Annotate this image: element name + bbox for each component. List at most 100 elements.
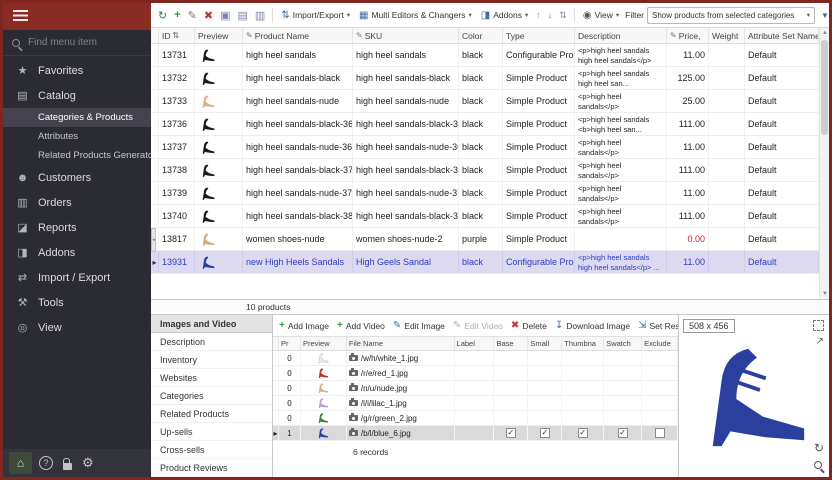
help-icon[interactable]: ? — [39, 456, 53, 470]
product-row[interactable]: 13738high heel sandals-black-37high heel… — [151, 159, 819, 182]
add-product-icon[interactable]: + — [172, 9, 182, 21]
fullscreen-icon[interactable] — [813, 320, 824, 331]
images-column-header-swatch[interactable]: Swatch — [604, 337, 642, 350]
hamburger-menu-icon[interactable] — [13, 8, 28, 26]
lock-icon[interactable] — [63, 463, 72, 470]
column-header-col[interactable] — [151, 28, 159, 43]
product-row[interactable]: 13817women shoes-nudewomen shoes-nude-2p… — [151, 228, 819, 251]
sidebar-item-reports[interactable]: ◪Reports — [3, 215, 151, 240]
image-row[interactable]: 0/w/h/white_1.jpg — [273, 351, 678, 366]
column-header-type[interactable]: Type — [503, 28, 575, 43]
expand-rows-icon[interactable]: ⇅ — [557, 10, 569, 21]
product-row[interactable]: ▸13931new High Heels SandalsHigh Geels S… — [151, 251, 819, 274]
view-menu[interactable]: ◉ View ▾ — [580, 8, 622, 23]
images-column-header-pr[interactable]: Pr — [279, 337, 301, 350]
paste-icon[interactable]: ▤ — [236, 9, 250, 22]
add-video-button[interactable]: + Add Video — [337, 320, 385, 331]
sidebar-item-orders[interactable]: ▥Orders — [3, 190, 151, 215]
sidebar-item-addons[interactable]: ◨Addons — [3, 240, 151, 265]
add-image-button[interactable]: + Add Image — [279, 320, 329, 331]
edit-image-button[interactable]: ✎ Edit Image — [393, 320, 445, 331]
sidebar-item-related-products-generator[interactable]: Related Products Generator — [3, 146, 151, 165]
sort-asc-icon[interactable]: ↑ — [534, 10, 543, 20]
tab-product-reviews[interactable]: Product Reviews — [151, 459, 272, 477]
tab-images-and-video[interactable]: Images and Video — [151, 315, 272, 333]
tab-inventory[interactable]: Inventory — [151, 351, 272, 369]
column-header-preview[interactable]: Preview — [195, 28, 243, 43]
refresh-icon[interactable]: ↻ — [156, 9, 169, 22]
images-column-header-base[interactable]: Base — [494, 337, 528, 350]
sidebar-item-customers[interactable]: ☻Customers — [3, 165, 151, 190]
menu-search-input[interactable] — [26, 36, 131, 49]
panel-splitter-handle[interactable]: ◂ — [151, 228, 156, 252]
preview-image[interactable] — [679, 315, 829, 477]
sidebar-item-catalog[interactable]: ▤Catalog — [3, 83, 151, 108]
category-filter-select[interactable]: Show products from selected categories ▾ — [647, 7, 815, 24]
scroll-down-icon[interactable]: ▼ — [820, 289, 829, 299]
scroll-up-icon[interactable]: ▲ — [820, 28, 829, 38]
product-row[interactable]: 13733high heel sandals-nudehigh heel san… — [151, 90, 819, 113]
tab-related-products[interactable]: Related Products — [151, 405, 272, 423]
product-row[interactable]: 13739high heel sandals-nude-37high heel … — [151, 182, 819, 205]
sidebar-item-import-export[interactable]: ⇄Import / Export — [3, 265, 151, 290]
image-row[interactable]: 0/n/u/nude.jpg — [273, 381, 678, 396]
zoom-icon[interactable] — [814, 461, 822, 469]
product-row[interactable]: 13740high heel sandals-black-38high heel… — [151, 205, 819, 228]
tab-categories[interactable]: Categories — [151, 387, 272, 405]
product-row[interactable]: 13732high heel sandals-blackhigh heel sa… — [151, 67, 819, 90]
duplicate-icon[interactable]: ▥ — [253, 9, 267, 22]
store-icon[interactable]: ⌂ — [9, 452, 32, 474]
product-row[interactable]: 13736high heel sandals-black-36high heel… — [151, 113, 819, 136]
tab-cross-sells[interactable]: Cross-sells — [151, 441, 272, 459]
sidebar-item-tools[interactable]: ⚒Tools — [3, 290, 151, 315]
sidebar-item-favorites[interactable]: ★Favorites — [3, 58, 151, 83]
sidebar-item-categories-products[interactable]: Categories & Products — [3, 108, 151, 127]
column-header-weight[interactable]: Weight — [709, 28, 745, 43]
exclude-checkbox[interactable] — [655, 428, 665, 438]
import-export-menu[interactable]: ⇅ Import/Export ▾ — [278, 8, 353, 23]
set-resize-rule-button[interactable]: ⇲ Set Resize Rule — [638, 320, 678, 331]
product-row[interactable]: 13731high heel sandalshigh heel sandalsb… — [151, 44, 819, 67]
multi-editors-menu[interactable]: ▦ Multi Editors & Changers ▾ — [356, 8, 475, 23]
column-header-color[interactable]: Color — [459, 28, 503, 43]
thumbnail-checkbox[interactable]: ✓ — [578, 428, 588, 438]
sort-desc-icon[interactable]: ↓ — [546, 10, 555, 20]
images-column-header-exclude[interactable]: Exclude — [642, 337, 678, 350]
small-checkbox[interactable]: ✓ — [540, 428, 550, 438]
images-column-header-label[interactable]: Label — [455, 337, 495, 350]
delete-image-button[interactable]: ✖ Delete — [511, 320, 547, 331]
column-header-description[interactable]: Description — [575, 28, 667, 43]
column-header-product-name[interactable]: ✎Product Name — [243, 28, 353, 43]
column-header-price[interactable]: ✎Price, — [667, 28, 709, 43]
filters-menu[interactable]: ▼ Filters ▾ — [818, 8, 829, 22]
gear-icon[interactable]: ⚙ — [82, 455, 94, 471]
edit-product-icon[interactable]: ✎ — [186, 9, 199, 22]
product-row[interactable]: 13737high heel sandals-nude-36high heel … — [151, 136, 819, 159]
image-row[interactable]: 0/g/r/green_2.jpg — [273, 411, 678, 426]
tab-up-sells[interactable]: Up-sells — [151, 423, 272, 441]
column-header-attribute-set-name[interactable]: Attribute Set Name — [745, 28, 819, 43]
images-column-header-small[interactable]: Small — [528, 337, 562, 350]
swatch-checkbox[interactable]: ✓ — [618, 428, 628, 438]
vertical-scrollbar[interactable]: ▲ ▼ — [819, 28, 829, 299]
sidebar-item-view[interactable]: ◎View — [3, 315, 151, 340]
tab-websites[interactable]: Websites — [151, 369, 272, 387]
image-row[interactable]: 0/l/i/lilac_1.jpg — [273, 396, 678, 411]
scrollbar-thumb[interactable] — [821, 40, 828, 135]
column-header-sku[interactable]: ✎SKU — [353, 28, 459, 43]
image-row[interactable]: 0/r/e/red_1.jpg — [273, 366, 678, 381]
image-row[interactable]: ▸1/b/l/blue_6.jpg✓✓✓✓ — [273, 426, 678, 441]
delete-product-icon[interactable]: ✖ — [202, 9, 215, 22]
images-column-header-thumbna[interactable]: Thumbna — [562, 337, 604, 350]
open-external-icon[interactable]: ↗ — [816, 336, 824, 347]
images-column-header-preview[interactable]: Preview — [301, 337, 347, 350]
images-column-header-file-name[interactable]: File Name — [347, 337, 455, 350]
base-checkbox[interactable]: ✓ — [506, 428, 516, 438]
tab-description[interactable]: Description — [151, 333, 272, 351]
sidebar-item-attributes[interactable]: Attributes — [3, 127, 151, 146]
column-header-id[interactable]: ID⇅ — [159, 28, 195, 43]
addons-menu[interactable]: ◨ Addons ▾ — [478, 8, 532, 23]
rotate-refresh-icon[interactable]: ↻ — [814, 441, 824, 455]
edit-video-button[interactable]: ✎ Edit Video — [453, 320, 503, 331]
download-image-button[interactable]: ↧ Download Image — [555, 320, 630, 331]
